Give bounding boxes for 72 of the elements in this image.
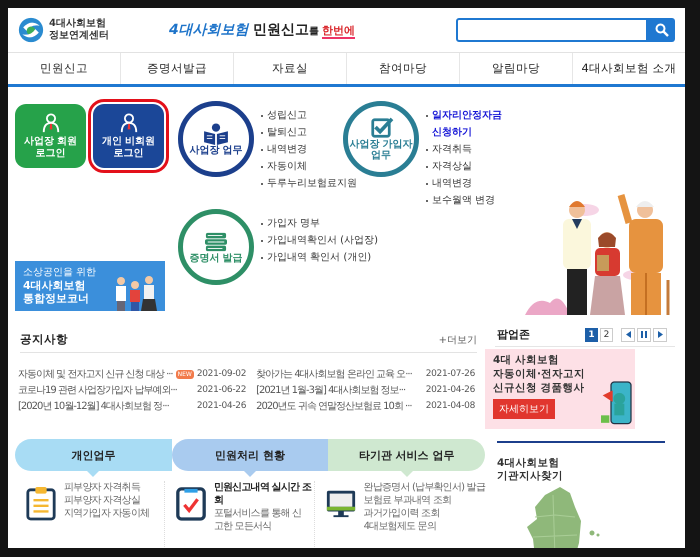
page-button[interactable]: 1 bbox=[585, 328, 598, 342]
search-icon bbox=[654, 23, 668, 37]
nav-item[interactable]: 민원신고 bbox=[8, 53, 121, 84]
service-menu-link[interactable]: 두루누리보험료지원 bbox=[260, 175, 357, 192]
service-tab[interactable]: 민원처리 현황 bbox=[172, 439, 328, 471]
service-menu-link[interactable]: 자격취득 bbox=[425, 141, 508, 158]
books-icon bbox=[202, 230, 230, 252]
nav-item[interactable]: 알림마당 bbox=[460, 53, 573, 84]
nav-item[interactable]: 4대사회보험 소개 bbox=[573, 53, 685, 84]
notice-date: 2021-04-08 bbox=[426, 401, 475, 411]
more-link[interactable]: +더보기 bbox=[438, 333, 477, 347]
service-tab[interactable]: 개인업무 bbox=[15, 439, 172, 471]
nav-item[interactable]: 증명서발급 bbox=[121, 53, 234, 84]
service-link[interactable]: 피부양자 자격상실 bbox=[64, 494, 150, 507]
status-description: 포털서비스를 통해 신고한 모든서식 bbox=[214, 507, 302, 533]
login-button[interactable]: 개인 비회원 로그인 bbox=[93, 104, 164, 168]
previous-button[interactable] bbox=[621, 328, 635, 342]
search-button[interactable] bbox=[648, 18, 675, 42]
nav-item[interactable]: 자료실 bbox=[234, 53, 347, 84]
service-menu-link[interactable]: 내역변경 bbox=[425, 175, 508, 192]
service-link[interactable]: 피부양자 자격취득 bbox=[64, 481, 150, 494]
service-link[interactable]: 증명서 발급 bbox=[178, 209, 254, 285]
notice-link[interactable]: [2020년 10월-12월] 4대사회보험 정··· bbox=[18, 399, 169, 413]
checklist-icon bbox=[174, 485, 207, 521]
service-menu-link[interactable]: 일자리안정자금 신청하기 bbox=[425, 107, 508, 141]
logo-icon bbox=[18, 17, 44, 43]
service-link[interactable]: 사업장 업무 bbox=[178, 101, 254, 177]
notice-link[interactable]: 찾아가는 4대사회보험 온라인 교육 오··· bbox=[256, 367, 412, 381]
pointer-icon bbox=[87, 471, 100, 477]
service-menu-link[interactable]: 가입내역확인서 (사업장) bbox=[260, 232, 378, 249]
notice-link[interactable]: [2021년 1월-3월] 4대사회보험 정보··· bbox=[256, 383, 406, 397]
nav-item[interactable]: 참여마당 bbox=[347, 53, 460, 84]
branch-finder-link[interactable]: 4대사회보험 기관지사찾기 bbox=[497, 457, 675, 483]
service-menu-link[interactable]: 가입자 명부 bbox=[260, 215, 378, 232]
search-field[interactable] bbox=[456, 18, 648, 42]
service-link[interactable]: 완납증명서 (납부확인서) 발급 bbox=[364, 481, 485, 494]
slogan: 4대사회보험 민원신고를 한번에 bbox=[169, 21, 355, 39]
notice-date: 2021-04-26 bbox=[196, 401, 246, 411]
notice-date: 2021-07-26 bbox=[426, 369, 475, 379]
pause-icon bbox=[641, 331, 647, 338]
notice-date: 2021-04-26 bbox=[426, 385, 475, 395]
service-menu-link[interactable]: 보수월액 변경 bbox=[425, 192, 508, 209]
section-title: 팝업존 bbox=[497, 327, 530, 342]
status-heading: 민원신고내역 실시간 조회 bbox=[214, 481, 312, 507]
clipboard-icon bbox=[25, 485, 57, 521]
service-link[interactable]: 지역가입자 자동이체 bbox=[64, 507, 150, 520]
logo-text: 4대사회보험 정보연계센터 bbox=[49, 18, 109, 42]
service-link[interactable]: 사업장 가입자 업무 bbox=[343, 101, 419, 177]
notice-link[interactable]: 2020년도 귀속 연말정산보험료 10회 ··· bbox=[256, 399, 412, 413]
service-tab[interactable]: 타기관 서비스 업무 bbox=[328, 439, 486, 471]
service-link[interactable]: 과거가입이력 조회 bbox=[364, 507, 485, 520]
pointer-icon bbox=[244, 471, 256, 477]
next-button[interactable] bbox=[653, 328, 667, 342]
pause-button[interactable] bbox=[637, 328, 651, 342]
notice-link[interactable]: 코로나19 관련 사업장가입자 납부예외··· bbox=[18, 383, 177, 397]
notice-link[interactable]: 자동이체 및 전자고지 신규 신청 대상 ··· bbox=[18, 367, 173, 381]
previous-icon bbox=[626, 331, 630, 338]
banner-caption: 소상공인을 위한 bbox=[23, 267, 96, 279]
page-button[interactable]: 2 bbox=[600, 328, 613, 342]
details-button[interactable]: 자세히보기 bbox=[493, 399, 555, 419]
banner-title: 4대사회보험 통합정보코너 bbox=[23, 279, 89, 305]
notice-date: 2021-09-02 bbox=[196, 369, 246, 379]
next-icon bbox=[658, 331, 662, 338]
service-menu-link[interactable]: 가입내역 확인서 (개인) bbox=[260, 249, 378, 266]
section-title: 공지사항 bbox=[20, 332, 68, 347]
reading-person-icon bbox=[202, 122, 230, 144]
service-menu-link[interactable]: 자격상실 bbox=[425, 158, 508, 175]
service-link[interactable]: 보험료 부과내역 조회 bbox=[364, 494, 485, 507]
notice-date: 2021-06-22 bbox=[196, 385, 246, 395]
service-link[interactable]: 4대보험제도 문의 bbox=[364, 520, 485, 533]
banner-text: 4대 사회보험 자동이체·전자고지 신규신청 경품행사 bbox=[493, 353, 586, 395]
pointer-icon bbox=[400, 471, 413, 477]
